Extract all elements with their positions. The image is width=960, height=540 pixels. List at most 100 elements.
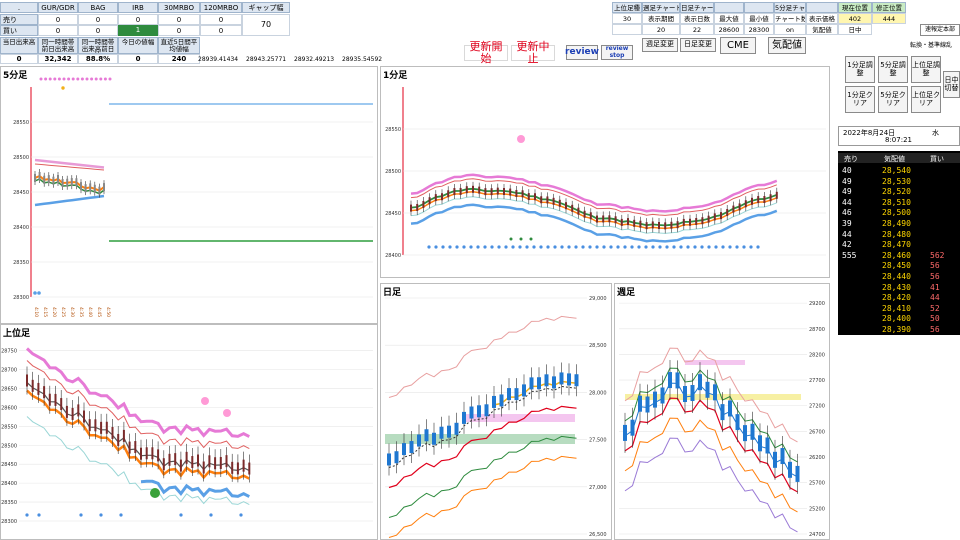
side-button-3[interactable]: 1分足クリア	[845, 86, 875, 113]
board-row[interactable]: 555 28,460 562	[838, 250, 960, 260]
board-row[interactable]: 28,420 44	[838, 292, 960, 302]
board-price: 28,390	[882, 325, 911, 334]
candle-1m	[627, 218, 629, 226]
board-sell: 555	[842, 250, 857, 260]
candle-1m	[757, 196, 760, 204]
setting-2-3[interactable]: 28600	[714, 24, 744, 35]
signal-dot-pink	[44, 77, 48, 81]
candle-daily	[514, 388, 519, 401]
setting-0-3	[714, 2, 744, 13]
signal-dot-pink	[57, 77, 61, 81]
signal-dot-blue	[665, 245, 669, 249]
candle-daily	[559, 372, 564, 385]
update-stop-button[interactable]: 更新中止	[511, 40, 555, 65]
cme-button[interactable]: CME	[720, 37, 756, 54]
setting-0-2: 日足チャート	[680, 2, 714, 13]
candle-upper	[168, 453, 171, 466]
signal-dot-blue	[476, 245, 480, 249]
board-row[interactable]: 28,440 56	[838, 271, 960, 281]
candle-weekly	[735, 414, 740, 431]
candle-5m	[84, 184, 87, 193]
board-row[interactable]: 28,430 41	[838, 282, 960, 292]
signal-header-1: GUR/GDR	[38, 2, 78, 13]
stats-header-0: 当日出来高	[0, 37, 38, 54]
ma-red	[624, 397, 798, 493]
signal-dot-blue	[735, 245, 739, 249]
stats-header-2: 同一時間帯出来高前日比	[78, 37, 118, 54]
setting-2-1[interactable]: 20	[642, 24, 680, 35]
y-tick-label: 28450	[13, 190, 29, 196]
board-row[interactable]: 46 28,500	[838, 207, 960, 217]
board-row[interactable]: 39 28,490	[838, 218, 960, 228]
setting-2-5[interactable]: on	[774, 24, 806, 35]
weekly-change-button[interactable]: 週足変更	[642, 38, 678, 52]
sokuho-link[interactable]: 速報定本部	[920, 24, 960, 36]
board-sell: 46	[842, 208, 852, 218]
signal-dot-blue	[672, 245, 676, 249]
side-button-2[interactable]: 上位足調整	[911, 56, 941, 83]
board-buy: 41	[930, 282, 940, 292]
candle-upper	[128, 441, 131, 454]
signal-dot-blue	[511, 245, 515, 249]
daily-change-button[interactable]: 日足変更	[680, 38, 716, 52]
candle-daily	[522, 384, 526, 397]
board-row[interactable]: 49 28,530	[838, 176, 960, 186]
signal-dot-blue	[581, 245, 585, 249]
update-start-button[interactable]: 更新開始	[464, 40, 508, 65]
chart-5min-title: 5分足	[3, 71, 28, 81]
candle-upper	[134, 441, 137, 454]
chart-settings-table: 上位足種週足チャート日足チャート 5分足チャート 現在位置修正位置 30表示期間表示日…	[612, 2, 912, 36]
candle-1m	[552, 197, 555, 205]
candle-upper	[26, 374, 28, 387]
board-row[interactable]: 28,410 52	[838, 303, 960, 313]
side-button-6[interactable]: 日中切替	[943, 71, 960, 98]
board-row[interactable]: 40 28,540	[838, 165, 960, 175]
candle-1m	[707, 215, 710, 223]
side-button-5[interactable]: 上位足クリア	[911, 86, 941, 113]
board-row[interactable]: 49 28,520	[838, 186, 960, 196]
board-row[interactable]: 44 28,480	[838, 229, 960, 239]
stats-header-4: 直近5日間平均値幅	[158, 37, 200, 54]
candle-1m	[589, 212, 592, 220]
price-readout-1: 28939.41434	[198, 56, 239, 63]
kehai-button[interactable]: 気配値	[768, 37, 806, 54]
candle-daily	[402, 443, 406, 456]
setting-2-7[interactable]: 日中	[838, 24, 872, 35]
setting-1-7: 402	[838, 13, 872, 24]
y-tick-label: 28450	[385, 211, 401, 217]
signal-dot-blue	[630, 245, 634, 249]
side-button-4[interactable]: 5分足クリア	[878, 86, 908, 113]
setting-2-2[interactable]: 22	[680, 24, 714, 35]
board-header-2: 買い	[930, 155, 944, 163]
setting-2-4[interactable]: 28300	[744, 24, 774, 35]
board-price: 28,490	[882, 219, 911, 228]
x-tick-label: 4:45	[96, 307, 102, 317]
candle-1m	[744, 200, 747, 208]
board-row[interactable]: 28,400 50	[838, 313, 960, 323]
board-price: 28,410	[882, 303, 911, 313]
price-readout-2: 28943.25771	[246, 56, 287, 63]
x-tick-label: 4:50	[105, 307, 111, 317]
board-row[interactable]: 44 28,510	[838, 197, 960, 207]
signal-cell-1-4: 0	[200, 25, 242, 36]
setting-2-6[interactable]: 気配値	[806, 24, 838, 35]
board-row[interactable]: 42 28,470	[838, 239, 960, 249]
candle-upper	[31, 379, 34, 392]
candle-1m	[527, 193, 530, 201]
candle-1m	[751, 197, 753, 205]
setting-1-2: 表示日数	[680, 13, 714, 24]
board-row[interactable]: 28,450 56	[838, 260, 960, 270]
side-button-1[interactable]: 5分足調整	[878, 56, 908, 83]
setting-2-0[interactable]	[612, 24, 642, 35]
ma-green	[34, 178, 105, 195]
y-tick-label: 24700	[809, 532, 825, 538]
board-row[interactable]: 28,390 56	[838, 324, 960, 334]
review-button[interactable]: review	[565, 45, 599, 60]
review-stop-button[interactable]: review stop	[601, 45, 633, 60]
signal-cell-0-4: 0	[200, 14, 242, 25]
setting-1-6: 表示価格	[806, 13, 838, 24]
y-tick-label: 28400	[385, 253, 401, 259]
stats-value-1: 32,342	[38, 54, 78, 64]
side-button-0[interactable]: 1分足調整	[845, 56, 875, 83]
candle-1m	[720, 212, 722, 220]
